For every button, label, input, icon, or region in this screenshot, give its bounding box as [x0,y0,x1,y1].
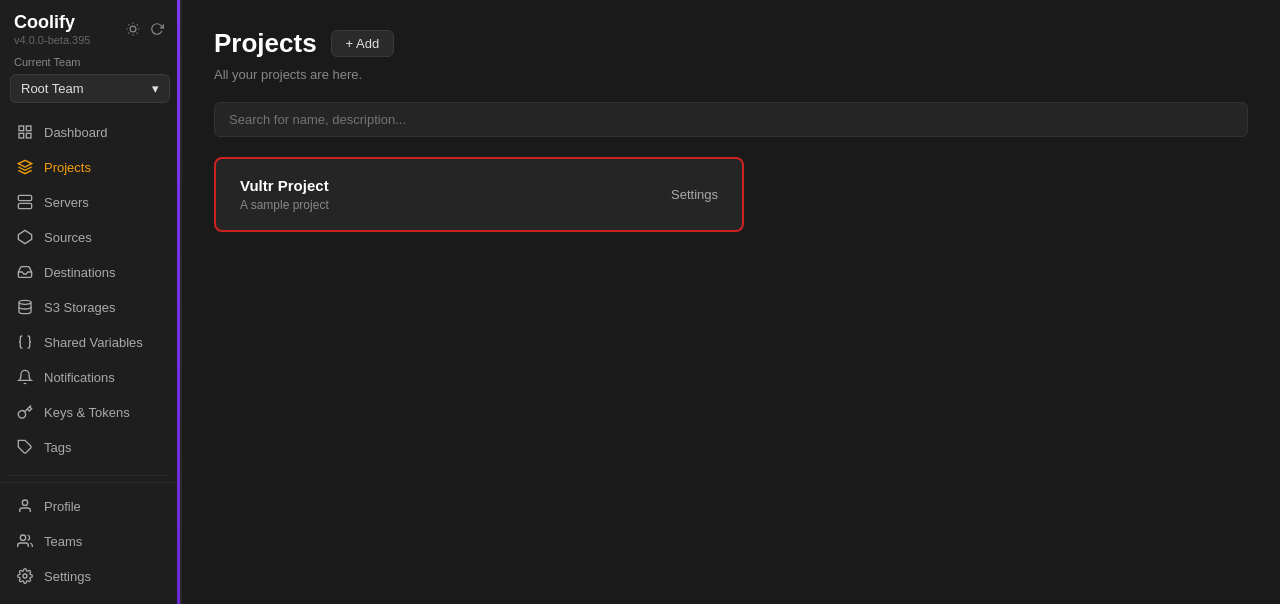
chevron-down-icon: ▾ [152,81,159,96]
svg-line-3 [128,24,129,25]
sidebar-item-label: Servers [44,195,89,210]
sidebar-item-sources[interactable]: Sources [6,220,174,254]
key-icon [16,403,34,421]
svg-marker-18 [18,230,31,243]
sidebar-item-label: Shared Variables [44,335,143,350]
main-content: Projects + Add All your projects are her… [182,0,1280,604]
svg-point-22 [22,500,27,505]
sidebar-item-label: S3 Storages [44,300,116,315]
page-title: Projects [214,28,317,59]
add-project-button[interactable]: + Add [331,30,395,57]
rotate-icon[interactable] [148,20,166,38]
page-header: Projects + Add [214,28,1248,59]
project-info: Vultr Project A sample project [240,177,329,212]
layers-icon [16,158,34,176]
search-input[interactable] [214,102,1248,137]
svg-rect-12 [19,133,24,138]
team-selector[interactable]: Root Team ▾ [10,74,170,103]
sidebar-item-keys-tokens[interactable]: Keys & Tokens [6,395,174,429]
svg-point-19 [19,300,31,304]
sidebar-accent [177,0,180,604]
sidebar: Coolify v4.0.0-beta.395 [0,0,182,604]
sidebar-item-label: Profile [44,499,81,514]
svg-point-23 [20,535,25,540]
svg-rect-9 [19,126,24,131]
project-name: Vultr Project [240,177,329,194]
sidebar-item-label: Sources [44,230,92,245]
team-selector-value: Root Team [21,81,84,96]
project-settings-link[interactable]: Settings [671,187,718,202]
sidebar-header: Coolify v4.0.0-beta.395 [0,0,180,56]
gear-icon [16,567,34,585]
page-subtitle: All your projects are here. [214,67,1248,82]
inbox-icon [16,263,34,281]
user-icon [16,497,34,515]
sidebar-item-shared-variables[interactable]: Shared Variables [6,325,174,359]
sidebar-item-label: Teams [44,534,82,549]
users-icon [16,532,34,550]
app-version: v4.0.0-beta.395 [14,34,90,46]
sidebar-item-label: Projects [44,160,91,175]
svg-rect-15 [18,203,31,208]
nav-items: Dashboard Projects Servers [0,115,180,469]
nav-divider [10,475,170,476]
sidebar-item-label: Notifications [44,370,115,385]
sidebar-item-label: Settings [44,569,91,584]
sidebar-bottom: Profile Teams Settings [0,482,180,604]
svg-line-8 [137,24,138,25]
svg-marker-13 [18,160,31,167]
diamond-icon [16,228,34,246]
sun-icon[interactable] [124,20,142,38]
sidebar-item-tags[interactable]: Tags [6,430,174,464]
sidebar-item-label: Dashboard [44,125,108,140]
svg-rect-10 [26,126,31,131]
database-icon [16,298,34,316]
svg-point-24 [23,574,27,578]
bell-icon [16,368,34,386]
sidebar-item-label: Tags [44,440,71,455]
sidebar-item-s3-storages[interactable]: S3 Storages [6,290,174,324]
server-icon [16,193,34,211]
app-title: Coolify [14,12,90,33]
sidebar-item-projects[interactable]: Projects [6,150,174,184]
sidebar-item-servers[interactable]: Servers [6,185,174,219]
sidebar-item-terminal[interactable]: Terminal [6,465,174,469]
project-card[interactable]: Vultr Project A sample project Settings [214,157,744,232]
sidebar-item-label: Keys & Tokens [44,405,130,420]
tag-icon [16,438,34,456]
svg-rect-14 [18,195,31,200]
svg-rect-11 [26,133,31,138]
grid-icon [16,123,34,141]
current-team-label: Current Team [0,56,180,68]
sidebar-item-settings[interactable]: Settings [6,559,174,593]
svg-point-0 [130,26,136,32]
sidebar-item-teams[interactable]: Teams [6,524,174,558]
sidebar-item-dashboard[interactable]: Dashboard [6,115,174,149]
sidebar-item-destinations[interactable]: Destinations [6,255,174,289]
sidebar-item-notifications[interactable]: Notifications [6,360,174,394]
sidebar-item-label: Destinations [44,265,116,280]
braces-icon [16,333,34,351]
svg-line-7 [128,33,129,34]
svg-line-4 [137,33,138,34]
project-description: A sample project [240,198,329,212]
sidebar-item-profile[interactable]: Profile [6,489,174,523]
